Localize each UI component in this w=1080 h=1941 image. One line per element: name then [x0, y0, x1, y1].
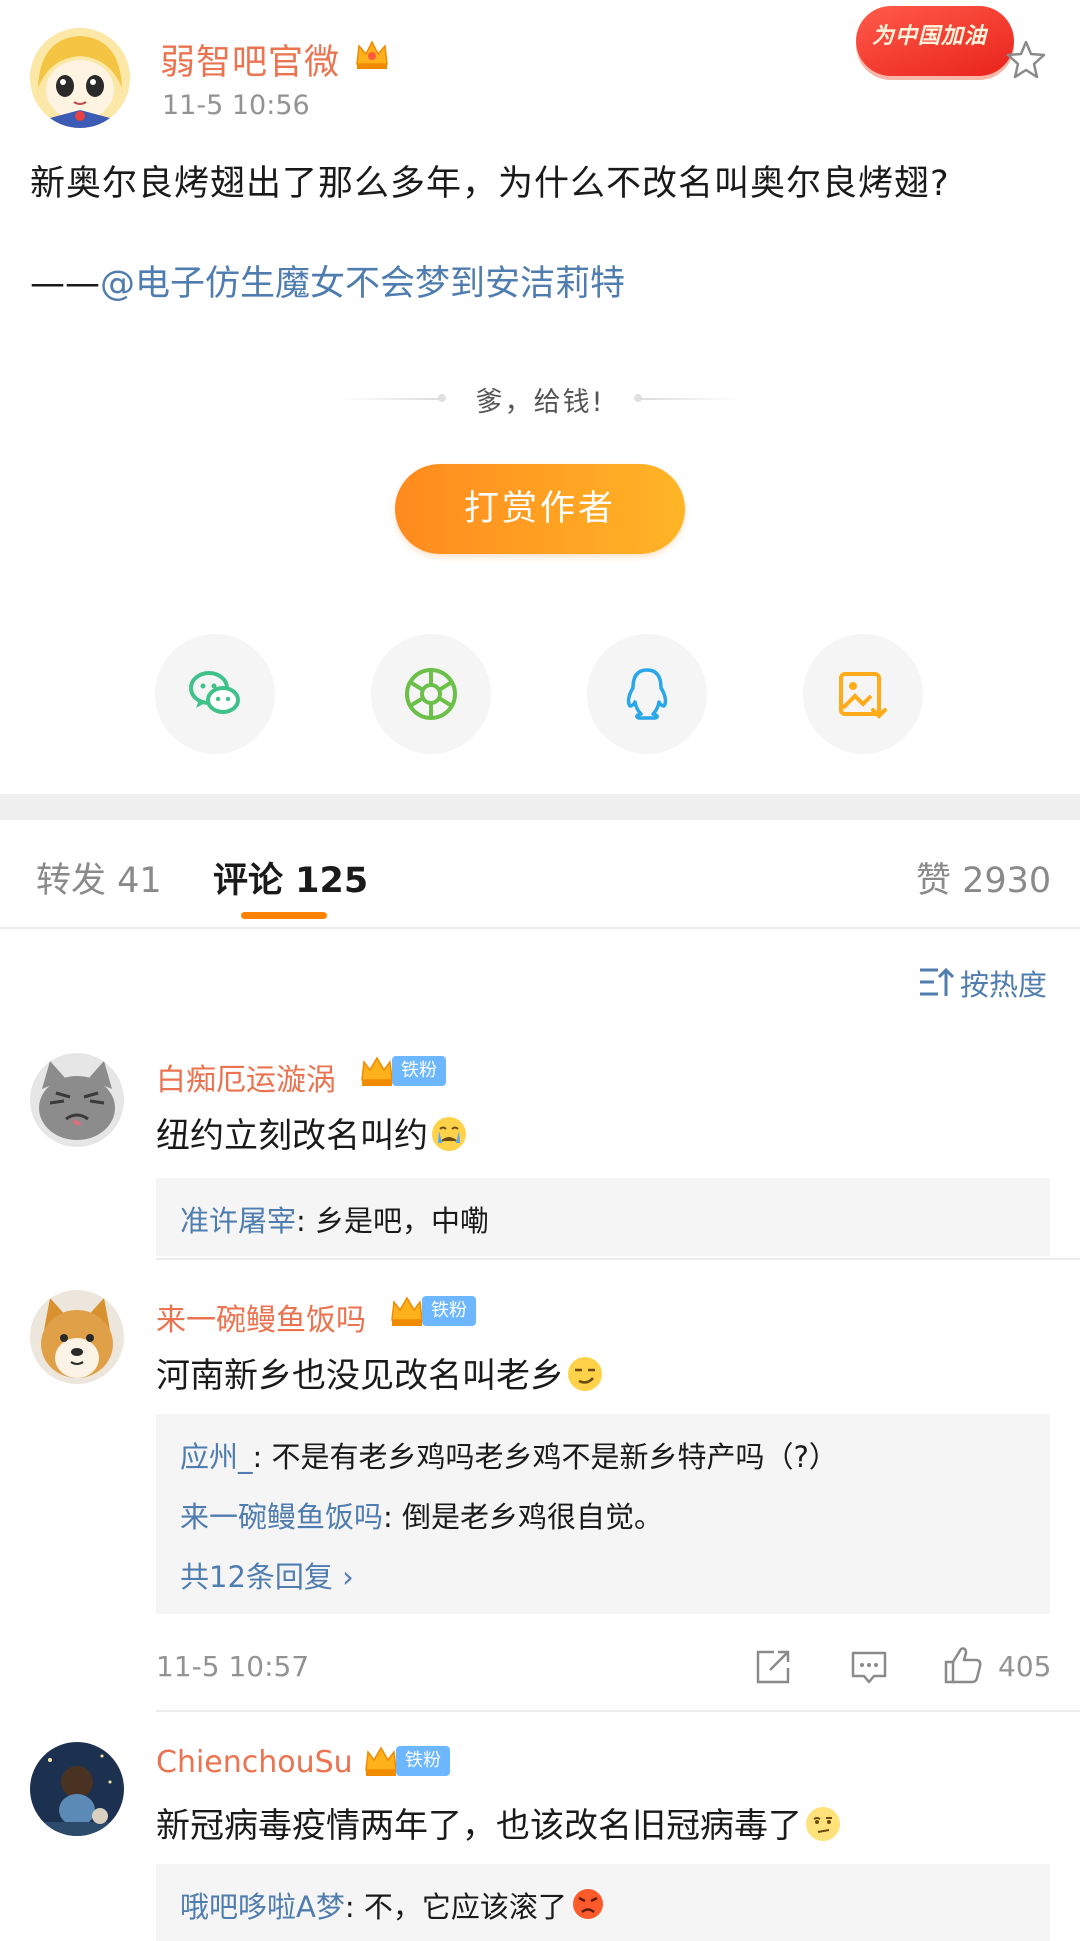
commenter-avatar[interactable] — [30, 1053, 124, 1147]
commenter-avatar[interactable] — [30, 1742, 124, 1836]
qq-icon — [626, 668, 668, 720]
commenter-avatar[interactable] — [30, 1290, 124, 1384]
credit-dash: —— — [30, 264, 100, 304]
share-moments-button[interactable] — [371, 634, 491, 754]
comment-text: 河南新乡也没见改名叫老乡 — [156, 1348, 604, 1397]
fan-badge-label: 铁粉 — [396, 1746, 450, 1776]
more-replies-label: 共12条回复 — [180, 1560, 333, 1594]
comment-time: 11-5 10:57 — [156, 1650, 310, 1683]
reply-text: : 不是有老乡鸡吗老乡鸡不是新乡特产吗（?） — [252, 1440, 838, 1474]
commenter-name[interactable]: 来一碗鳗鱼饭吗 — [156, 1295, 366, 1339]
sort-icon — [920, 967, 954, 996]
post-text: 新奥尔良烤翅出了那么多年，为什么不改名叫奥尔良烤翅? — [30, 164, 950, 204]
share-qq-button[interactable] — [587, 634, 707, 754]
fan-crown-icon — [361, 1056, 393, 1086]
smirk-face-emoji — [568, 1357, 602, 1391]
commenter-name[interactable]: ChienchouSu — [156, 1745, 353, 1780]
section-divider — [0, 794, 1080, 820]
angry-face-emoji — [572, 1889, 603, 1919]
moments-icon — [405, 668, 457, 720]
comment-icon[interactable] — [848, 1646, 890, 1688]
reply-username[interactable]: 准许屠宰 — [180, 1204, 296, 1238]
post-header: 弱智吧官微 11-5 10:56 为中国加油 — [0, 0, 1080, 140]
commenter-name[interactable]: 白痴厄运漩涡 — [156, 1055, 336, 1099]
reply-username[interactable]: 应州_ — [180, 1440, 253, 1474]
vip-crown-icon — [352, 34, 392, 74]
chevron-right-icon: › — [342, 1560, 354, 1594]
post-time: 11-5 10:56 — [162, 90, 310, 121]
comment-text-content: 新冠病毒疫情两年了，也该改名旧冠病毒了 — [156, 1806, 802, 1846]
fan-crown-icon — [391, 1296, 423, 1326]
reply-box[interactable]: 准许屠宰: 乡是吧，中嘞 — [156, 1178, 1050, 1256]
tab-like[interactable]: 赞 2930 — [916, 852, 1051, 903]
active-tab-indicator — [241, 912, 327, 919]
reply-text: : 倒是老乡鸡很自觉。 — [383, 1500, 664, 1534]
comment-divider — [156, 1258, 1080, 1260]
reply-username[interactable]: 来一碗鳗鱼饭吗 — [180, 1500, 383, 1534]
reply-line: 应州_: 不是有老乡鸡吗老乡鸡不是新乡特产吗（?） — [180, 1434, 838, 1476]
reply-box[interactable]: 应州_: 不是有老乡鸡吗老乡鸡不是新乡特产吗（?） 来一碗鳗鱼饭吗: 倒是老乡鸡… — [156, 1414, 1050, 1614]
promo-badge[interactable]: 为中国加油 — [856, 6, 1014, 76]
fan-badge-label: 铁粉 — [392, 1056, 446, 1086]
like-thumb-icon[interactable] — [942, 1644, 984, 1686]
crying-face-emoji — [432, 1117, 466, 1151]
like-count: 405 — [998, 1650, 1052, 1683]
favorite-star-icon[interactable] — [1004, 38, 1048, 82]
repost-icon[interactable] — [752, 1646, 794, 1688]
credit-mention-link[interactable]: @电子仿生魔女不会梦到安洁莉特 — [100, 264, 625, 304]
reward-section: 爹，给钱! — [0, 378, 1080, 418]
author-avatar[interactable] — [30, 28, 130, 128]
promo-badge-text: 为中国加油 — [872, 24, 988, 49]
tab-comment[interactable]: 评论 125 — [213, 852, 368, 903]
thinking-face-emoji — [806, 1807, 840, 1841]
comment-text-content: 纽约立刻改名叫约 — [156, 1116, 428, 1156]
author-name[interactable]: 弱智吧官微 — [160, 34, 340, 85]
comment-text: 新冠病毒疫情两年了，也该改名旧冠病毒了 — [156, 1798, 842, 1847]
reply-line: 哦吧哆啦A梦: 不，它应该滚了 — [180, 1884, 607, 1926]
reply-text: : 不，它应该滚了 — [344, 1890, 567, 1924]
tab-repost[interactable]: 转发 41 — [36, 852, 162, 903]
sort-label: 按热度 — [960, 968, 1048, 1002]
comment-text-content: 河南新乡也没见改名叫老乡 — [156, 1356, 564, 1396]
reply-text: : 乡是吧，中嘞 — [296, 1204, 490, 1238]
post-credit: ——@电子仿生魔女不会梦到安洁莉特 — [30, 255, 625, 306]
wechat-icon — [189, 671, 240, 714]
tabs-border — [0, 927, 1080, 929]
reply-line: 来一碗鳗鱼饭吗: 倒是老乡鸡很自觉。 — [180, 1494, 663, 1536]
reply-username[interactable]: 哦吧哆啦A梦 — [180, 1890, 345, 1924]
comment-divider — [156, 1710, 1080, 1712]
fan-crown-icon — [365, 1746, 397, 1776]
save-image-icon — [839, 672, 887, 719]
share-wechat-button[interactable] — [155, 634, 275, 754]
tip-author-button[interactable]: 打赏作者 — [395, 464, 685, 554]
comment-text: 纽约立刻改名叫约 — [156, 1108, 468, 1157]
reply-box[interactable]: 哦吧哆啦A梦: 不，它应该滚了 — [156, 1864, 1050, 1941]
view-more-replies-link[interactable]: 共12条回复 › — [180, 1554, 354, 1596]
fan-badge-label: 铁粉 — [422, 1296, 476, 1326]
reply-line: 准许屠宰: 乡是吧，中嘞 — [180, 1198, 489, 1240]
save-image-button[interactable] — [803, 634, 923, 754]
reward-caption: 爹，给钱! — [475, 387, 605, 418]
